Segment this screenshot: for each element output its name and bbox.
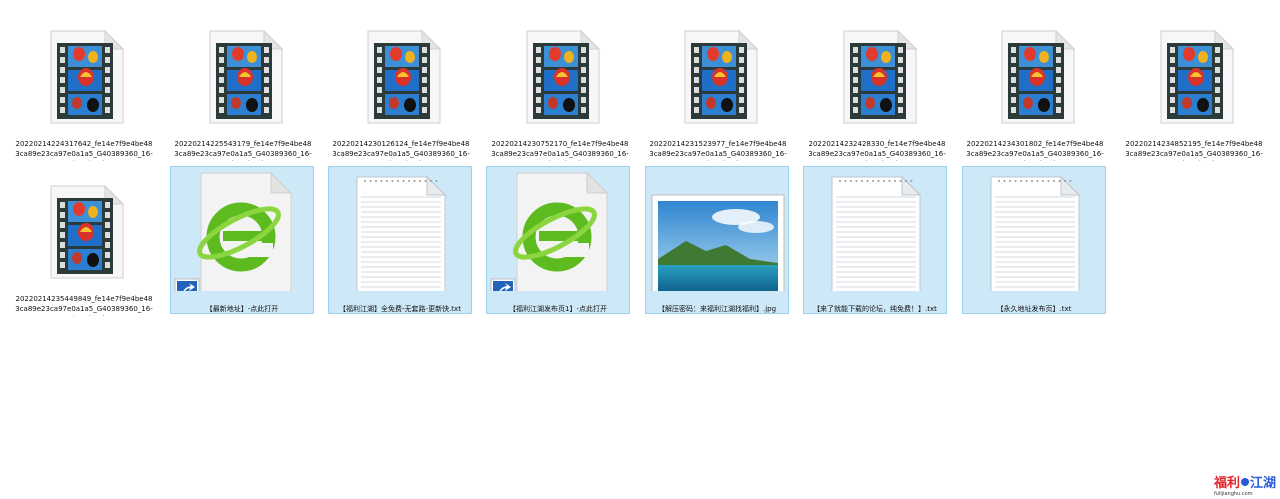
file-item[interactable]: 20220214234852195_fe14e7f9e4be483ca89e23… bbox=[1122, 12, 1266, 161]
file-item[interactable]: 【解压密码：来福利江湖找福利】.jpg bbox=[645, 166, 789, 314]
file-name-label: 20220214225543179_fe14e7f9e4be483ca89e23… bbox=[174, 140, 312, 161]
file-name-label: 【来了就能下载的论坛，纯免费！】.txt bbox=[813, 305, 937, 313]
file-item[interactable]: 【福利江湖发布页1】-点此打开 bbox=[486, 166, 630, 314]
watermark-text-b: 江湖 bbox=[1250, 475, 1276, 491]
file-item[interactable]: 【福利江湖】全免费-无套路-更新快.txt bbox=[328, 166, 472, 314]
file-item[interactable]: 20220214230126124_fe14e7f9e4be483ca89e23… bbox=[329, 12, 473, 161]
watermark-logo: 福利 江湖 fulijianghu.com bbox=[1213, 475, 1276, 497]
file-item[interactable]: 【最新地址】-点此打开 bbox=[170, 166, 314, 314]
file-item[interactable]: 【来了就能下载的论坛，纯免费！】.txt bbox=[803, 166, 947, 314]
watermark-url: fulijianghu.com bbox=[1214, 491, 1253, 497]
file-item[interactable]: 20220214234301802_fe14e7f9e4be483ca89e23… bbox=[963, 12, 1107, 161]
file-item[interactable]: 20220214225543179_fe14e7f9e4be483ca89e23… bbox=[171, 12, 315, 161]
file-name-label: 20220214230752170_fe14e7f9e4be483ca89e23… bbox=[491, 140, 629, 161]
file-item[interactable]: 20220214224317642_fe14e7f9e4be483ca89e23… bbox=[12, 12, 156, 161]
file-item[interactable]: 20220214230752170_fe14e7f9e4be483ca89e23… bbox=[488, 12, 632, 161]
file-item[interactable]: 20220214235449849_fe14e7f9e4be483ca89e23… bbox=[12, 167, 156, 316]
file-name-label: 【解压密码：来福利江湖找福利】.jpg bbox=[657, 305, 777, 313]
file-name-label: 20220214234301802_fe14e7f9e4be483ca89e23… bbox=[966, 140, 1104, 161]
file-name-label: 20220214231523977_fe14e7f9e4be483ca89e23… bbox=[649, 140, 787, 161]
file-name-label: 20220214224317642_fe14e7f9e4be483ca89e23… bbox=[15, 140, 153, 161]
file-name-label: 20220214234852195_fe14e7f9e4be483ca89e23… bbox=[1125, 140, 1263, 161]
watermark-dot-icon bbox=[1241, 478, 1249, 486]
file-name-label: 20220214232428330_fe14e7f9e4be483ca89e23… bbox=[808, 140, 946, 161]
file-item[interactable]: 20220214231523977_fe14e7f9e4be483ca89e23… bbox=[646, 12, 790, 161]
file-name-label: 【永久地址发布页】.txt bbox=[996, 305, 1072, 313]
file-item[interactable]: 20220214232428330_fe14e7f9e4be483ca89e23… bbox=[805, 12, 949, 161]
file-name-label: 20220214235449849_fe14e7f9e4be483ca89e23… bbox=[15, 295, 153, 316]
file-item[interactable]: 【永久地址发布页】.txt bbox=[962, 166, 1106, 314]
file-name-label: 【最新地址】-点此打开 bbox=[205, 305, 279, 313]
file-name-label: 【福利江湖发布页1】-点此打开 bbox=[509, 305, 607, 313]
watermark-text-a: 福利 bbox=[1213, 475, 1240, 491]
file-name-label: 20220214230126124_fe14e7f9e4be483ca89e23… bbox=[332, 140, 470, 161]
file-name-label: 【福利江湖】全免费-无套路-更新快.txt bbox=[339, 305, 461, 313]
